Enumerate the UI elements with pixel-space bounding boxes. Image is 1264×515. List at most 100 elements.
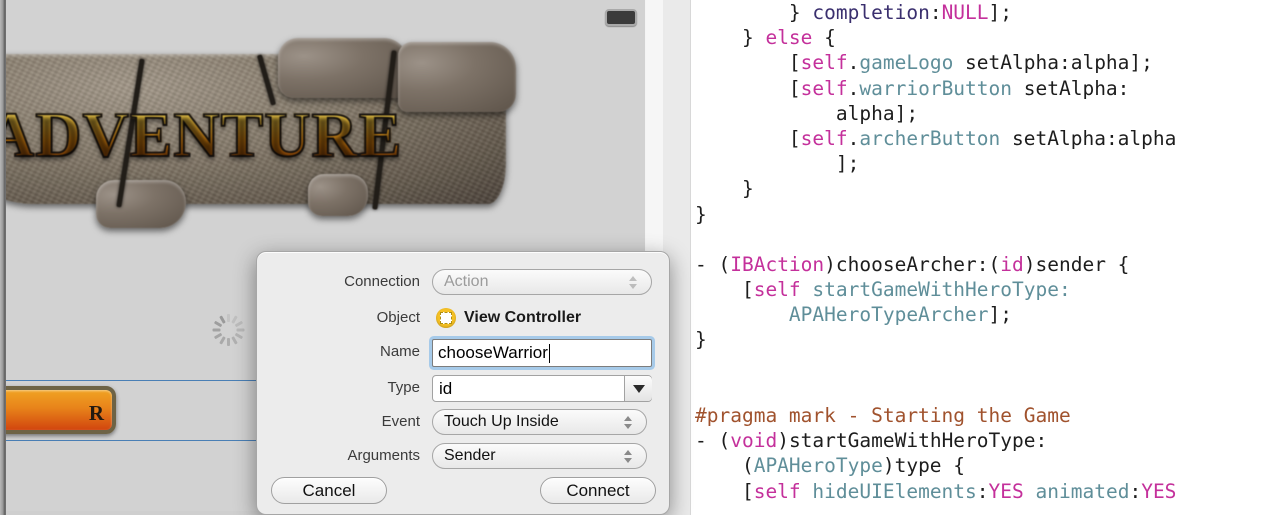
stepper-down-glyph <box>624 457 632 463</box>
connection-dialog[interactable]: Connection Action Object View Controller Nam… <box>256 251 670 515</box>
code-token: [ <box>695 278 754 302</box>
stepper-up-glyph <box>629 275 637 281</box>
screenshot-root: ADVENTURE R } completion:NULL]; } else {… <box>0 0 1264 515</box>
dialog-field-arguments[interactable]: Sender <box>432 443 647 469</box>
code-line[interactable]: } <box>691 202 1264 227</box>
dialog-value-event: Touch Up Inside <box>444 413 559 430</box>
code-token: - ( <box>695 429 731 453</box>
code-token: ( <box>695 454 754 478</box>
stepper-arrows-icon <box>620 449 636 463</box>
code-line[interactable] <box>691 353 1264 378</box>
code-token: setAlpha:alpha]; <box>953 51 1153 75</box>
code-token: NULL <box>941 1 989 24</box>
code-token: animated <box>1035 479 1130 503</box>
code-line[interactable]: #pragma mark - Starting the Game <box>691 403 1264 428</box>
dialog-label-name: Name <box>379 343 420 360</box>
code-token: self <box>800 51 848 75</box>
code-line[interactable] <box>691 227 1264 252</box>
code-token: gameLogo <box>859 51 954 75</box>
code-line[interactable]: [self startGameWithHeroType: <box>691 277 1264 302</box>
chevron-down-glyph <box>632 384 645 393</box>
code-token: APAHeroTypeArcher <box>788 303 989 327</box>
code-token: )type { <box>882 454 966 478</box>
code-token: setAlpha:alpha <box>1000 126 1177 150</box>
chevron-down-icon[interactable] <box>624 376 652 401</box>
dialog-field-object[interactable]: View Controller <box>432 305 662 331</box>
code-token: setAlpha: <box>1012 76 1130 100</box>
warrior-button-label: R <box>88 401 104 425</box>
code-token: } <box>695 177 754 201</box>
warrior-button[interactable]: R <box>6 386 116 434</box>
stepper-arrows-icon <box>625 275 641 289</box>
code-token: - ( <box>695 252 731 276</box>
code-token: ]; <box>988 1 1013 24</box>
code-line[interactable]: [self hideUIElements:YES animated:YES <box>691 479 1264 504</box>
code-line[interactable]: APAHeroTypeArcher]; <box>691 302 1264 327</box>
code-line[interactable]: (APAHeroType)type { <box>691 453 1264 478</box>
text-caret <box>548 343 551 363</box>
dialog-label-arguments: Arguments <box>347 447 420 464</box>
code-token: [ <box>695 126 801 150</box>
code-line[interactable]: } else { <box>691 25 1264 50</box>
code-token: . <box>847 126 860 150</box>
cancel-button[interactable]: Cancel <box>271 477 387 504</box>
stepper-arrows-icon <box>620 415 636 429</box>
code-token: [ <box>695 76 801 100</box>
code-token: self <box>800 126 848 150</box>
code-token: self <box>800 76 848 100</box>
code-line[interactable]: } completion:NULL]; <box>691 0 1264 25</box>
view-controller-icon-inner <box>440 312 452 324</box>
code-line[interactable]: } <box>691 176 1264 201</box>
code-token: IBAction <box>730 252 825 276</box>
code-token: YES <box>988 479 1024 503</box>
dialog-value-connection: Action <box>444 273 489 290</box>
stepper-up-glyph <box>624 415 632 421</box>
stepper-up-glyph <box>624 449 632 455</box>
menu-button[interactable] <box>605 9 637 26</box>
code-token: )sender { <box>1023 252 1130 276</box>
dialog-field-connection: Action <box>432 269 652 295</box>
code-token: { <box>812 26 836 50</box>
spinner-spoke <box>236 328 244 332</box>
code-token: } <box>695 1 813 24</box>
code-token: : <box>929 1 942 24</box>
source-code-editor[interactable]: } completion:NULL]; } else { [self.gameL… <box>690 0 1264 515</box>
code-line[interactable]: } <box>691 327 1264 352</box>
code-token: } <box>695 328 707 352</box>
code-token: else <box>765 26 813 50</box>
loading-spinner <box>211 313 245 347</box>
code-token: startGameWithHeroType: <box>812 278 1071 302</box>
code-token: )startGameWithHeroType: <box>777 429 1048 453</box>
spinner-spoke <box>212 328 220 332</box>
dialog-value-arguments: Sender <box>444 447 496 464</box>
code-line[interactable]: alpha]; <box>691 101 1264 126</box>
stone-fragment-bottom-mid <box>308 174 368 216</box>
code-line[interactable]: - (void)startGameWithHeroType: <box>691 428 1264 453</box>
game-logo-text: ADVENTURE <box>6 98 528 172</box>
dialog-field-type[interactable]: id <box>432 375 652 402</box>
dialog-value-object: View Controller <box>464 309 582 326</box>
code-line[interactable]: [self.archerButton setAlpha:alpha <box>691 126 1264 151</box>
connect-button[interactable]: Connect <box>540 477 656 504</box>
code-token: ]; <box>695 152 860 176</box>
code-token: archerButton <box>859 126 1001 150</box>
spinner-spoke <box>213 320 222 328</box>
code-line[interactable]: - (IBAction)chooseArcher:(id)sender { <box>691 252 1264 277</box>
code-token: alpha]; <box>695 101 919 125</box>
code-line[interactable] <box>691 378 1264 403</box>
code-line[interactable]: [self.warriorButton setAlpha: <box>691 76 1264 101</box>
name-input[interactable]: chooseWarrior <box>432 339 652 367</box>
code-token: self <box>753 479 801 503</box>
code-token: . <box>847 76 860 100</box>
code-token: APAHeroType <box>753 454 883 478</box>
code-token: ]; <box>988 303 1012 327</box>
dialog-field-event[interactable]: Touch Up Inside <box>432 409 647 435</box>
stepper-down-glyph <box>629 283 637 289</box>
code-line[interactable]: ]; <box>691 151 1264 176</box>
code-token: hideUIElements <box>812 479 977 503</box>
code-token: } <box>695 202 707 226</box>
code-line[interactable]: [self.gameLogo setAlpha:alpha]; <box>691 50 1264 75</box>
